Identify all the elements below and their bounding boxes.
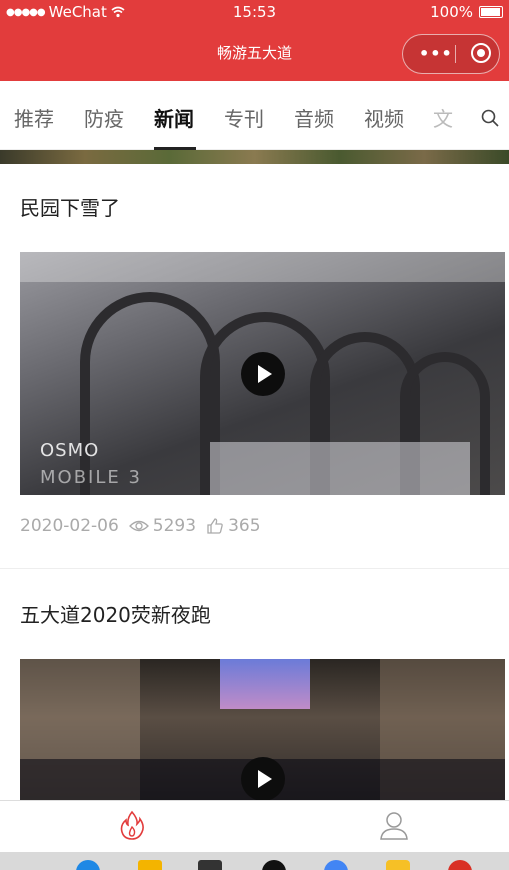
video-watermark: OSMO (40, 440, 100, 461)
card-meta: 2020-02-06 5293 365 (20, 516, 261, 536)
battery-icon (479, 6, 503, 18)
lit-gate (220, 659, 310, 709)
video-thumbnail[interactable] (20, 659, 505, 805)
status-bar: ●●●●● WeChat 15:53 100% (0, 0, 509, 26)
status-right: 100% (430, 3, 503, 21)
banner-image-edge (0, 150, 509, 164)
more-icon[interactable]: ••• (419, 44, 453, 63)
app-icon[interactable] (386, 860, 410, 870)
video-watermark-sub: MOBILE 3 (40, 467, 142, 488)
mini-program-titlebar: 畅游五大道 ••• (0, 26, 509, 81)
eye-icon (128, 520, 149, 532)
news-feed: 民园下雪了 OSMO MOBILE 3 2020-02-06 5293 365 … (0, 164, 509, 805)
card-title[interactable]: 五大道2020荧新夜跑 (20, 599, 211, 628)
app-icon[interactable] (448, 860, 472, 870)
video-thumbnail[interactable]: OSMO MOBILE 3 (20, 252, 505, 495)
desktop-taskbar (0, 852, 509, 870)
tab-epidemic[interactable]: 防疫 (84, 103, 124, 132)
close-icon[interactable] (471, 43, 491, 63)
browser-icon[interactable] (324, 860, 348, 870)
capsule-divider (455, 45, 456, 63)
views-value: 5293 (152, 516, 197, 536)
like-count[interactable]: 365 (206, 516, 261, 536)
bottom-tabbar (0, 800, 509, 853)
app-icon[interactable] (262, 860, 286, 870)
tab-audio[interactable]: 音频 (294, 103, 334, 132)
tab-recommend[interactable]: 推荐 (14, 103, 54, 132)
publish-date: 2020-02-06 (20, 516, 119, 536)
snow-ground (210, 442, 470, 495)
app-icon[interactable] (198, 860, 222, 870)
capsule-menu: ••• (402, 34, 500, 74)
tab-news[interactable]: 新闻 (154, 103, 194, 132)
tab-article[interactable]: 文 (433, 103, 453, 132)
news-card[interactable]: 五大道2020荧新夜跑 (0, 569, 509, 805)
tab-video[interactable]: 视频 (364, 103, 404, 132)
arch-shape (80, 292, 220, 495)
flame-icon[interactable] (116, 809, 148, 841)
category-tabs: 推荐 防疫 新闻 专刊 音频 视频 文 (0, 81, 509, 150)
play-button[interactable] (241, 352, 285, 396)
folder-icon[interactable] (138, 860, 162, 870)
news-card[interactable]: 民园下雪了 OSMO MOBILE 3 2020-02-06 5293 365 (0, 164, 509, 569)
view-count: 5293 (128, 516, 197, 536)
app-icon[interactable] (76, 860, 100, 870)
card-title[interactable]: 民园下雪了 (20, 192, 120, 221)
sky-area (20, 252, 505, 282)
user-icon[interactable] (378, 809, 410, 841)
tab-special[interactable]: 专刊 (224, 103, 264, 132)
play-button[interactable] (241, 757, 285, 801)
likes-value: 365 (228, 516, 261, 536)
thumb-up-icon[interactable] (206, 517, 224, 535)
battery-percent: 100% (430, 3, 473, 21)
search-icon[interactable] (481, 109, 499, 127)
